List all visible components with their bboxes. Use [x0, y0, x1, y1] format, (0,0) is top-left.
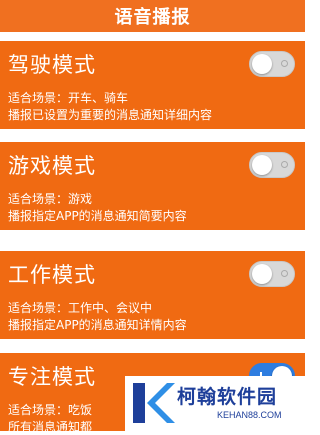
mode-scene: 适合场景：吃饭	[8, 403, 93, 417]
kehan-logo-icon	[133, 383, 175, 423]
page-title: 语音播报	[114, 7, 191, 28]
toggle-knob	[252, 155, 272, 175]
site-watermark: 柯翰软件园 KEHAN88.COM	[125, 376, 305, 431]
toggle-knob	[252, 54, 272, 74]
toggle-off-icon	[281, 60, 288, 67]
mode-title: 工作模式	[8, 263, 96, 287]
toggle-off-icon	[281, 270, 288, 277]
mode-scene: 适合场景：开车、骑车	[8, 91, 129, 105]
mode-card-game: 游戏模式 适合场景：游戏 播报指定APP的消息通知简要内容	[0, 142, 305, 230]
mode-description: 所有消息通知都	[8, 420, 93, 434]
mode-scene: 适合场景：游戏	[8, 192, 93, 206]
watermark-name: 柯翰软件园	[177, 386, 278, 408]
mode-toggle-work[interactable]	[249, 261, 295, 287]
toggle-knob	[252, 264, 272, 284]
mode-description: 播报已设置为重要的消息通知详细内容	[8, 108, 213, 122]
mode-description: 播报指定APP的消息通知简要内容	[8, 209, 187, 223]
mode-title: 驾驶模式	[8, 53, 96, 77]
mode-title: 专注模式	[8, 365, 96, 389]
mode-title: 游戏模式	[8, 154, 96, 178]
mode-card-driving: 驾驶模式 适合场景：开车、骑车 播报已设置为重要的消息通知详细内容	[0, 41, 305, 129]
mode-description: 播报指定APP的消息通知详情内容	[8, 318, 187, 332]
mode-toggle-driving[interactable]	[249, 51, 295, 77]
toggle-off-icon	[281, 161, 288, 168]
mode-scene: 适合场景：工作中、会议中	[8, 301, 153, 315]
watermark-url: KEHAN88.COM	[217, 410, 282, 420]
mode-card-work: 工作模式 适合场景：工作中、会议中 播报指定APP的消息通知详情内容	[0, 251, 305, 339]
page-header: 语音播报	[0, 0, 305, 32]
mode-toggle-game[interactable]	[249, 152, 295, 178]
